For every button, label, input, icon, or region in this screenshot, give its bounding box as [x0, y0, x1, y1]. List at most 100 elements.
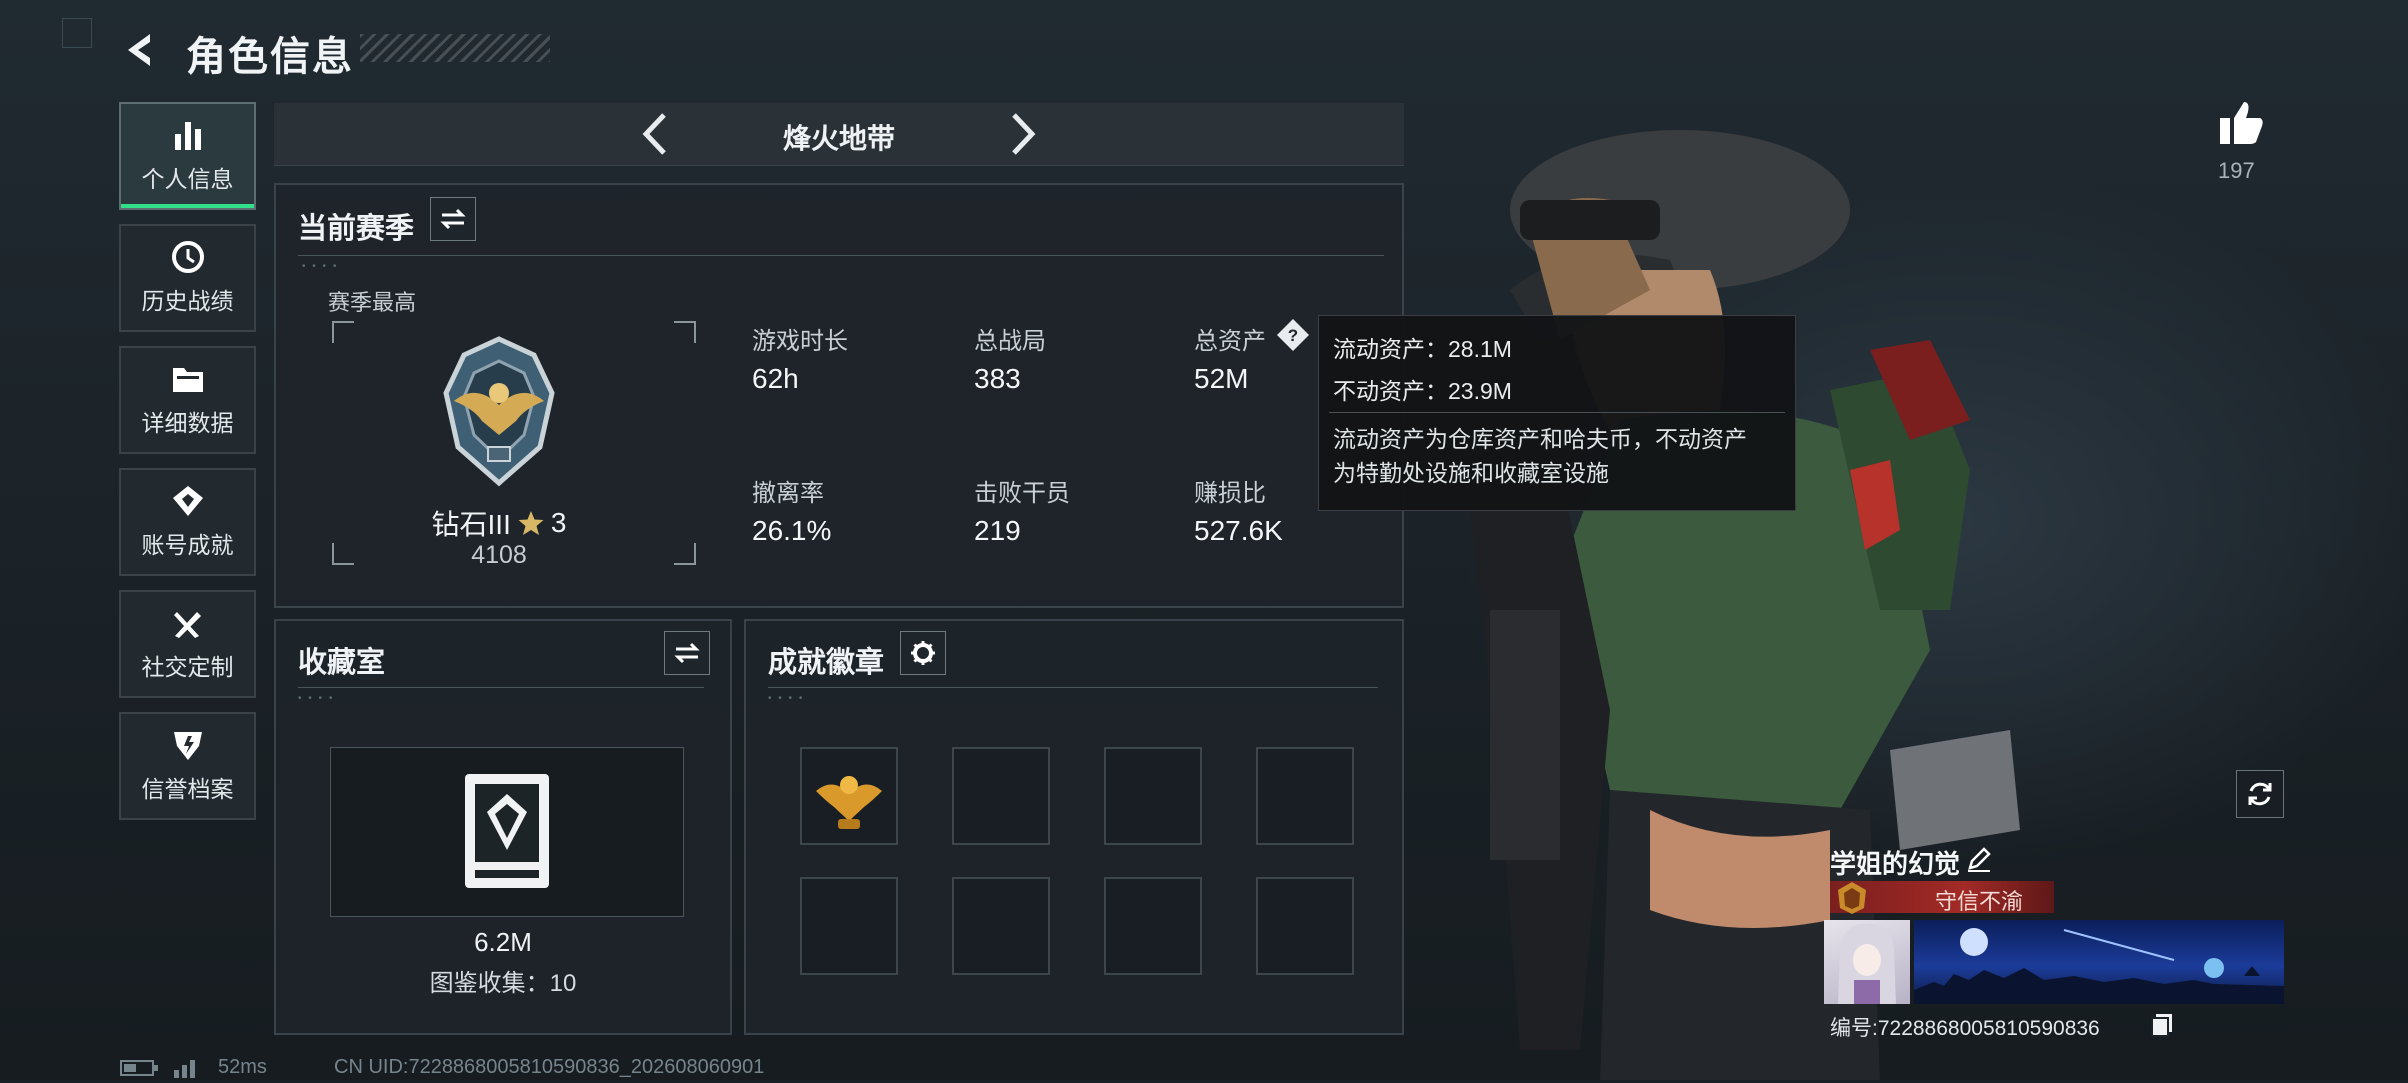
bar-chart-icon — [174, 122, 201, 150]
tooltip-description-1: 流动资产为仓库资产和哈夫币，不动资产 — [1333, 426, 1747, 452]
rank-line: 钻石III 3 — [394, 503, 604, 543]
battery-icon — [120, 1058, 160, 1083]
refresh-icon — [2248, 782, 2272, 806]
badge-settings-button[interactable] — [900, 631, 946, 675]
switch-collection-button[interactable] — [664, 631, 710, 675]
player-name: 学姐的幻觉 — [1830, 849, 1961, 879]
corner-marker — [62, 18, 92, 48]
svg-text:?: ? — [1288, 326, 1298, 345]
season-best-label: 赛季最高 — [328, 290, 417, 315]
eagle-badge-icon — [816, 776, 882, 829]
stat-label: 赚损比 — [1194, 480, 1266, 507]
copy-button[interactable] — [2150, 1012, 2174, 1043]
badge-slot[interactable] — [1256, 747, 1354, 845]
divider — [298, 255, 1384, 256]
collection-preview — [330, 747, 684, 917]
swap-icon — [440, 208, 466, 230]
collection-count: 图鉴收集：10 — [429, 970, 577, 997]
mode-nav-bar: 烽火地带 — [274, 103, 1404, 166]
sidebar-item-label: 个人信息 — [141, 166, 234, 192]
collection-value: 6.2M — [474, 927, 532, 957]
sidebar-item-social[interactable]: 社交定制 — [119, 590, 256, 698]
assets-tooltip: 流动资产：28.1M 不动资产：23.9M 流动资产为仓库资产和哈夫币，不动资产… — [1318, 315, 1796, 511]
stat-value: 62h — [752, 363, 799, 394]
help-icon[interactable]: ? — [1276, 318, 1310, 357]
page-title: 角色信息 — [186, 35, 354, 79]
divider — [768, 687, 1378, 688]
stat-value: 26.1% — [752, 515, 832, 546]
rotate-view-button[interactable] — [2236, 770, 2284, 818]
swap-icon — [674, 642, 700, 664]
stat-value: 383 — [974, 363, 1021, 394]
frame-corner — [674, 543, 696, 565]
badge-slot[interactable] — [952, 877, 1050, 975]
stat-label: 总资产 — [1194, 328, 1266, 355]
like-button[interactable] — [2216, 98, 2266, 153]
clock-icon — [171, 241, 204, 273]
frame-corner — [332, 543, 354, 565]
rank-stars: 3 — [550, 507, 567, 538]
edit-name-button[interactable] — [1966, 846, 1992, 877]
current-season-panel: 当前赛季 • • • • 赛季最高 钻石III 3 4108 游戏时长 62h … — [274, 183, 1404, 608]
sidebar-item-history[interactable]: 历史战绩 — [119, 224, 256, 332]
chevron-right-icon — [1012, 113, 1036, 155]
uid-footer: CN UID:7228868005810590836_202608060901 — [334, 1056, 765, 1078]
decor-dots: • • • • — [298, 693, 335, 704]
achievement-icon — [172, 486, 203, 516]
sidebar-item-details[interactable]: 详细数据 — [119, 346, 256, 454]
frame-corner — [674, 321, 696, 343]
avatar[interactable] — [1824, 920, 1910, 1004]
tooltip-description-2: 为特勤处设施和收藏室设施 — [1333, 460, 1609, 486]
stat-label: 撤离率 — [752, 480, 824, 507]
profile-banner-image[interactable] — [1914, 920, 2284, 1004]
stat-value: 52M — [1194, 363, 1249, 394]
sidebar-item-label: 社交定制 — [141, 654, 234, 680]
badge-slot[interactable] — [800, 877, 898, 975]
badge-slot[interactable] — [1104, 747, 1202, 845]
stat-label: 游戏时长 — [752, 328, 848, 355]
badge-slot[interactable] — [952, 747, 1050, 845]
sidebar-item-label: 详细数据 — [141, 410, 234, 436]
sidebar-item-label: 历史战绩 — [141, 288, 234, 314]
frame-corner — [332, 321, 354, 343]
next-mode-button[interactable] — [998, 111, 1044, 157]
collection-title: 收藏室 — [298, 647, 386, 679]
sidebar-item-achievements[interactable]: 账号成就 — [119, 468, 256, 576]
sidebar-item-reputation[interactable]: 信誉档案 — [119, 712, 256, 820]
vault-icon — [465, 774, 549, 888]
badges-title: 成就徽章 — [768, 647, 885, 679]
decor-dots: • • • • — [302, 261, 339, 272]
sidebar-item-label: 信誉档案 — [141, 776, 234, 802]
tools-icon — [173, 612, 201, 638]
folder-icon — [172, 368, 203, 392]
fixed-assets: 不动资产：23.9M — [1333, 378, 1512, 404]
badge-slot[interactable] — [1256, 877, 1354, 975]
switch-season-button[interactable] — [430, 197, 476, 241]
copy-icon — [2151, 1014, 2172, 1037]
mode-title: 烽火地带 — [782, 123, 895, 154]
sidebar-item-label: 账号成就 — [141, 532, 234, 558]
honor-emblem-icon — [1834, 880, 1870, 921]
badge-slot[interactable] — [800, 747, 898, 845]
honor-title: 守信不渝 — [1935, 889, 2024, 914]
like-count: 197 — [2218, 158, 2255, 183]
sidebar-item-personal-info[interactable]: 个人信息 — [119, 102, 256, 210]
badge-slot[interactable] — [1104, 877, 1202, 975]
thumbs-up-icon — [2220, 102, 2263, 144]
rank-points: 4108 — [471, 541, 527, 569]
gear-icon — [911, 641, 935, 665]
season-title: 当前赛季 — [298, 213, 415, 245]
title-decoration — [360, 34, 550, 62]
badges-panel: 成就徽章 • • • • — [744, 619, 1404, 1035]
collection-panel[interactable]: 收藏室 • • • • 6.2M 图鉴收集：10 — [274, 619, 732, 1035]
back-arrow-icon[interactable] — [118, 28, 162, 72]
stat-value: 527.6K — [1194, 515, 1283, 546]
signal-icon — [172, 1056, 202, 1083]
rank-emblem-icon — [424, 335, 574, 494]
night-sky-banner — [1914, 928, 2284, 1004]
divider — [298, 687, 704, 688]
stat-value: 219 — [974, 515, 1021, 546]
rank-name: 钻石III — [431, 509, 511, 540]
player-id: 编号:7228868005810590836 — [1830, 1017, 2100, 1040]
decor-dots: • • • • — [768, 693, 805, 704]
